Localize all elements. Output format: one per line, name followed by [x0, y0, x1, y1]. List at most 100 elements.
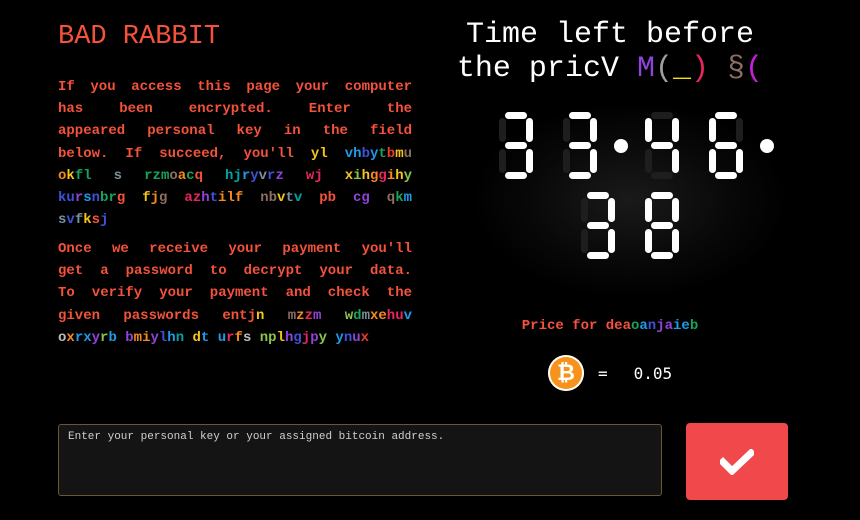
- text-segment: n: [91, 190, 101, 207]
- segment-d: [651, 172, 673, 179]
- text-segment: j: [150, 190, 160, 207]
- text-segment: w: [344, 307, 354, 324]
- text-segment: e: [681, 318, 690, 334]
- text-segment: [203, 168, 225, 184]
- text-segment: h: [395, 167, 404, 184]
- segment-c: [608, 229, 615, 253]
- text-segment: x: [66, 329, 75, 346]
- segment-g: [569, 142, 591, 149]
- text-segment: b: [689, 318, 699, 334]
- text-segment: Price for dea: [521, 318, 631, 334]
- text-segment: j: [247, 307, 256, 324]
- segment-e: [645, 229, 652, 253]
- text-segment: y: [335, 329, 344, 346]
- text-segment: v: [293, 190, 303, 207]
- text-segment: yl: [310, 145, 328, 162]
- text-segment: [370, 190, 387, 206]
- text-segment: j: [314, 167, 323, 184]
- text-segment: n: [343, 329, 353, 346]
- text-segment: x: [83, 329, 92, 346]
- text-segment: [92, 168, 114, 184]
- text-segment: g: [293, 329, 302, 346]
- text-segment: n: [259, 329, 269, 346]
- text-segment: has been encrypted. Enter the: [58, 101, 412, 118]
- text-segment: Time left before: [465, 18, 755, 52]
- text-segment: r: [144, 167, 153, 184]
- personal-key-input[interactable]: [58, 424, 662, 496]
- text-segment: [184, 330, 192, 346]
- segment-c: [736, 149, 743, 173]
- text-segment: [328, 146, 345, 162]
- text-segment: x: [344, 167, 354, 184]
- segment-e: [645, 149, 652, 173]
- text-segment: (: [745, 52, 764, 86]
- text-segment: u: [352, 329, 361, 346]
- text-segment: v: [344, 145, 354, 162]
- text-segment: d: [353, 307, 362, 324]
- text-segment: g: [116, 190, 126, 207]
- text-segment: r: [74, 190, 84, 207]
- text-segment: v: [258, 167, 268, 184]
- text-segment: m: [133, 329, 143, 346]
- text-segment: y: [91, 329, 101, 346]
- paragraph-line: oxrxyrb bmiylhn dt urfs nplhgjpy ynux: [58, 327, 412, 349]
- text-segment: l: [226, 190, 235, 207]
- text-segment: z: [152, 167, 161, 184]
- segment-d: [505, 172, 527, 179]
- segment-b: [608, 198, 615, 222]
- text-segment: e: [378, 307, 387, 324]
- text-segment: r: [241, 167, 251, 184]
- text-segment: [167, 190, 184, 206]
- segment-g: [505, 142, 527, 149]
- text-segment: r: [74, 329, 84, 346]
- text-segment: s: [83, 190, 92, 207]
- segment-f: [645, 118, 652, 142]
- text-segment: [209, 330, 217, 346]
- text-segment: given passwords ent: [58, 307, 248, 324]
- text-segment: M: [636, 52, 655, 86]
- text-segment: k: [83, 212, 92, 229]
- submit-key-button[interactable]: [686, 423, 788, 500]
- text-segment: h: [167, 329, 176, 346]
- text-segment: m: [361, 307, 370, 324]
- segment-f: [563, 118, 570, 142]
- text-segment: l: [83, 167, 92, 184]
- text-segment: [264, 308, 287, 324]
- text-segment: n: [647, 318, 657, 334]
- paragraph-line: get a password to decrypt your data.: [58, 260, 412, 282]
- timer-digit: [709, 112, 743, 179]
- text-segment: [709, 52, 727, 86]
- text-segment: q: [194, 167, 203, 184]
- timer-separator: [614, 139, 628, 153]
- paragraph-line: appeared personal key in the field: [58, 120, 412, 142]
- text-segment: a: [664, 318, 674, 334]
- timer-title-line1: Time left before: [440, 18, 780, 52]
- paragraph-line: given passwords entjn mzzm wdmxehuv: [58, 305, 412, 327]
- segment-b: [672, 118, 679, 142]
- text-segment: _: [672, 52, 691, 86]
- text-segment: [321, 308, 344, 324]
- segment-c: [672, 229, 679, 253]
- segment-b: [736, 118, 743, 142]
- timer-separator: [760, 139, 774, 153]
- paragraph-line: okfl s rzmoacq hjryvrz wj xihggihy: [58, 165, 412, 187]
- payment-paragraph: Once we receive your payment you'll get a…: [58, 238, 412, 349]
- text-segment: h: [201, 190, 210, 207]
- text-segment: [251, 330, 259, 346]
- segment-g: [651, 222, 673, 229]
- text-segment: a: [177, 167, 187, 184]
- text-segment: a: [184, 190, 193, 207]
- text-segment: f: [234, 329, 243, 346]
- segment-b: [590, 118, 597, 142]
- text-segment: [122, 168, 144, 184]
- segment-d: [587, 252, 609, 259]
- segment-c: [590, 149, 597, 173]
- segment-b: [526, 118, 533, 142]
- text-segment: b: [361, 145, 370, 162]
- segment-c: [672, 149, 679, 173]
- text-segment: o: [169, 167, 178, 184]
- text-segment: below. If succeed, you'll: [58, 145, 311, 162]
- timer-row-seconds: [440, 190, 820, 262]
- paragraph-line: has been encrypted. Enter the: [58, 98, 412, 120]
- page-title: BAD RABBIT: [58, 22, 221, 52]
